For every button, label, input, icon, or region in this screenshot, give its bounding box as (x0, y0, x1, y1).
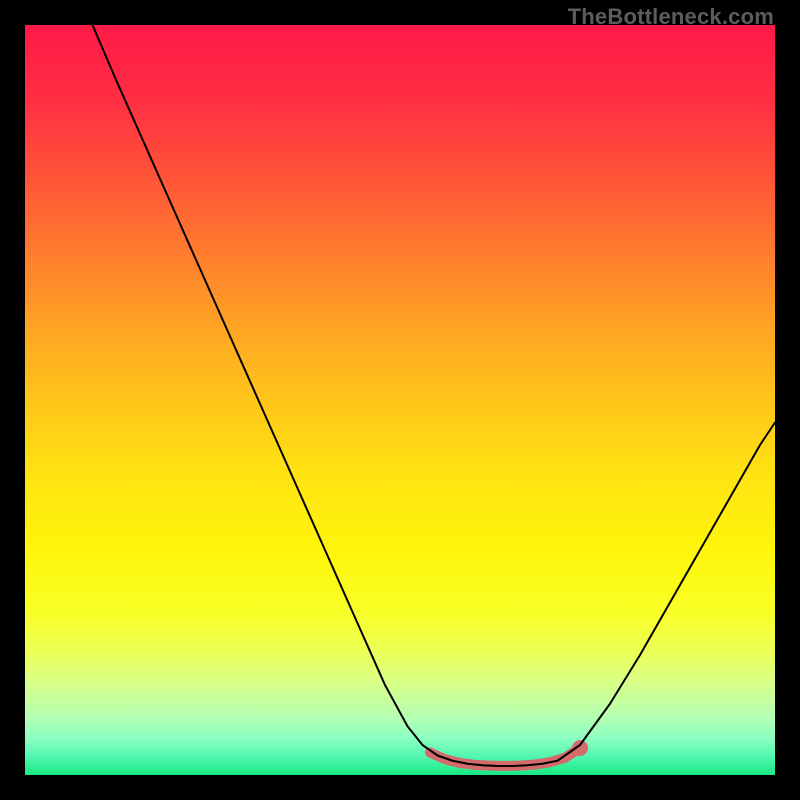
chart-stage: TheBottleneck.com (0, 0, 800, 800)
plot-area (25, 25, 775, 775)
bottleneck-curve (93, 25, 776, 766)
valley-highlight-stroke (430, 748, 580, 766)
watermark-label: TheBottleneck.com (568, 4, 774, 30)
curve-layer (25, 25, 775, 775)
